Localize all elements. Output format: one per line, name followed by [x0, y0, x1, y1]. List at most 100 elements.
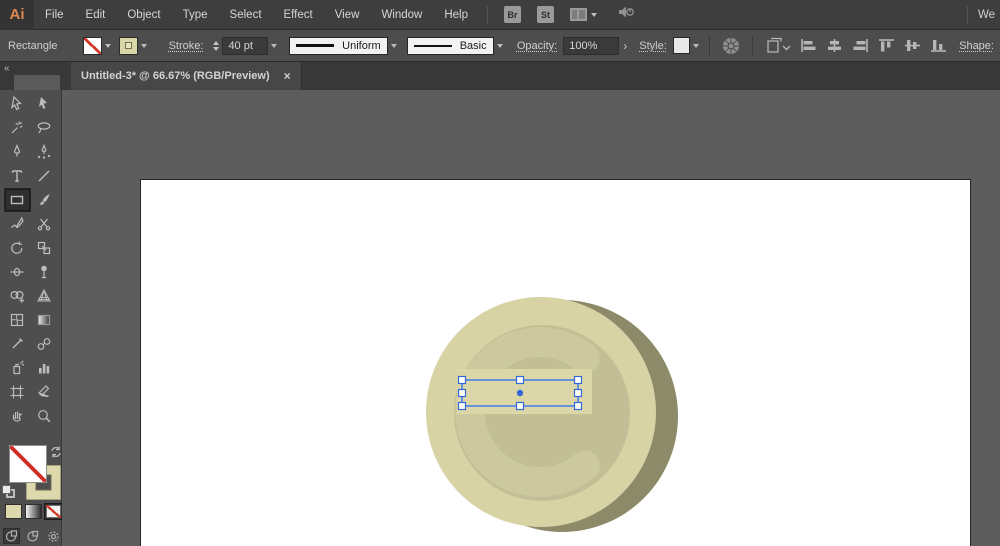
close-tab-button[interactable]: × [284, 69, 291, 83]
none-button[interactable] [45, 504, 62, 519]
menu-file[interactable]: File [34, 0, 75, 30]
selection-center-point[interactable] [517, 390, 523, 396]
tool-column-graph[interactable] [31, 356, 58, 380]
opacity-label[interactable]: Opacity: [517, 40, 557, 52]
tool-direct-selection[interactable] [31, 92, 58, 116]
tool-type[interactable] [4, 164, 31, 188]
menu-view[interactable]: View [324, 0, 371, 30]
none-fill-icon [46, 505, 61, 518]
tool-shaper[interactable] [4, 212, 31, 236]
tool-curvature[interactable] [31, 140, 58, 164]
brush-definition-select[interactable]: Basic [407, 37, 494, 55]
recolor-artwork-button[interactable] [721, 36, 741, 56]
menu-help[interactable]: Help [433, 0, 479, 30]
tool-scale[interactable] [31, 236, 58, 260]
arrange-documents-button[interactable] [570, 8, 597, 21]
stroke-weight-input[interactable]: 40 pt [222, 37, 268, 55]
canvas[interactable] [62, 90, 1000, 546]
tool-eyedropper[interactable] [4, 332, 31, 356]
lasso-icon [36, 120, 52, 136]
speaker-muted-button[interactable] [617, 4, 635, 25]
style-dropdown[interactable] [690, 37, 702, 55]
align-top-button[interactable] [878, 38, 895, 53]
tool-slice[interactable] [31, 380, 58, 404]
variable-width-profile-select[interactable]: Uniform [289, 37, 388, 55]
workspace-switcher[interactable]: We [957, 0, 1000, 30]
align-vcenter-button[interactable] [904, 38, 921, 53]
tool-puppet-warp[interactable] [31, 260, 58, 284]
tool-line-segment[interactable] [31, 164, 58, 188]
tool-width[interactable] [4, 260, 31, 284]
tool-gradient[interactable] [31, 308, 58, 332]
tool-paintbrush[interactable] [31, 188, 58, 212]
tool-artboard[interactable] [4, 380, 31, 404]
stroke-weight-label[interactable]: Stroke: [169, 40, 204, 52]
illustrator-logo: Ai [0, 0, 34, 30]
gradient-button[interactable] [25, 504, 42, 519]
menu-bar: Ai File Edit Object Type Select Effect V… [0, 0, 1000, 30]
tool-lasso[interactable] [31, 116, 58, 140]
menu-effect[interactable]: Effect [273, 0, 324, 30]
perspective-grid-icon [36, 288, 52, 304]
align-right-button[interactable] [852, 38, 869, 53]
bridge-button[interactable]: Br [504, 6, 521, 23]
menu-type[interactable]: Type [172, 0, 219, 30]
control-separator [709, 36, 710, 56]
swap-fill-stroke-icon[interactable] [50, 446, 62, 458]
tool-shape-builder[interactable] [4, 284, 31, 308]
menu-select[interactable]: Select [219, 0, 273, 30]
width-profile-dropdown[interactable] [388, 37, 400, 55]
zoom-icon [36, 408, 52, 424]
euro-bar-rectangle[interactable] [457, 369, 592, 414]
draw-normal-icon [5, 530, 18, 543]
tool-blend[interactable] [31, 332, 58, 356]
fill-dropdown-button[interactable] [102, 37, 114, 55]
stroke-weight-dropdown[interactable] [268, 37, 280, 55]
fill-color-swatch[interactable] [83, 37, 102, 55]
tool-hand[interactable] [4, 404, 31, 428]
align-bottom-button[interactable] [930, 38, 947, 53]
draw-behind-button[interactable] [24, 528, 41, 544]
menu-window[interactable]: Window [370, 0, 433, 30]
tool-pen[interactable] [4, 140, 31, 164]
stroke-square-icon [125, 42, 132, 49]
align-left-button[interactable] [800, 38, 817, 53]
fill-proxy-swatch[interactable] [9, 445, 47, 483]
isolate-selected-object-button[interactable] [764, 37, 792, 55]
rectangle-icon [9, 192, 25, 208]
opacity-input[interactable]: 100% [563, 37, 619, 55]
brush-definition-dropdown[interactable] [494, 37, 506, 55]
stroke-weight-stepper[interactable] [213, 41, 219, 51]
tool-symbol-sprayer[interactable] [4, 356, 31, 380]
workspace [0, 90, 1000, 546]
stroke-dropdown-button[interactable] [138, 37, 150, 55]
blend-icon [36, 336, 52, 352]
tool-rotate[interactable] [4, 236, 31, 260]
tool-magic-wand[interactable] [4, 116, 31, 140]
default-fill-stroke-icon[interactable] [2, 485, 15, 498]
tool-zoom[interactable] [31, 404, 58, 428]
draw-normal-button[interactable] [3, 528, 20, 544]
tool-selection[interactable] [4, 92, 31, 116]
magic-wand-icon [9, 120, 25, 136]
style-label[interactable]: Style: [639, 40, 667, 52]
menu-edit[interactable]: Edit [75, 0, 117, 30]
color-button[interactable] [5, 504, 22, 519]
shaper-icon [9, 216, 25, 232]
stroke-color-swatch[interactable] [119, 37, 138, 55]
align-center-button[interactable] [826, 38, 843, 53]
menu-object[interactable]: Object [116, 0, 171, 30]
tool-rectangle[interactable] [4, 188, 31, 212]
graphic-style-swatch[interactable] [673, 37, 691, 54]
draw-inside-button[interactable] [45, 528, 62, 544]
tool-perspective-grid[interactable] [31, 284, 58, 308]
stock-button[interactable]: St [537, 6, 554, 23]
collapse-panel-button[interactable]: « [4, 63, 11, 74]
document-tab[interactable]: Untitled-3* @ 66.67% (RGB/Preview) × [71, 62, 302, 90]
tool-scissors[interactable] [31, 212, 58, 236]
tool-mesh[interactable] [4, 308, 31, 332]
shape-label[interactable]: Shape: [959, 40, 994, 52]
tab-bar: « Untitled-3* @ 66.67% (RGB/Preview) × [0, 62, 1000, 90]
gradient-icon [36, 312, 52, 328]
opacity-expand-arrow[interactable]: › [623, 39, 627, 53]
